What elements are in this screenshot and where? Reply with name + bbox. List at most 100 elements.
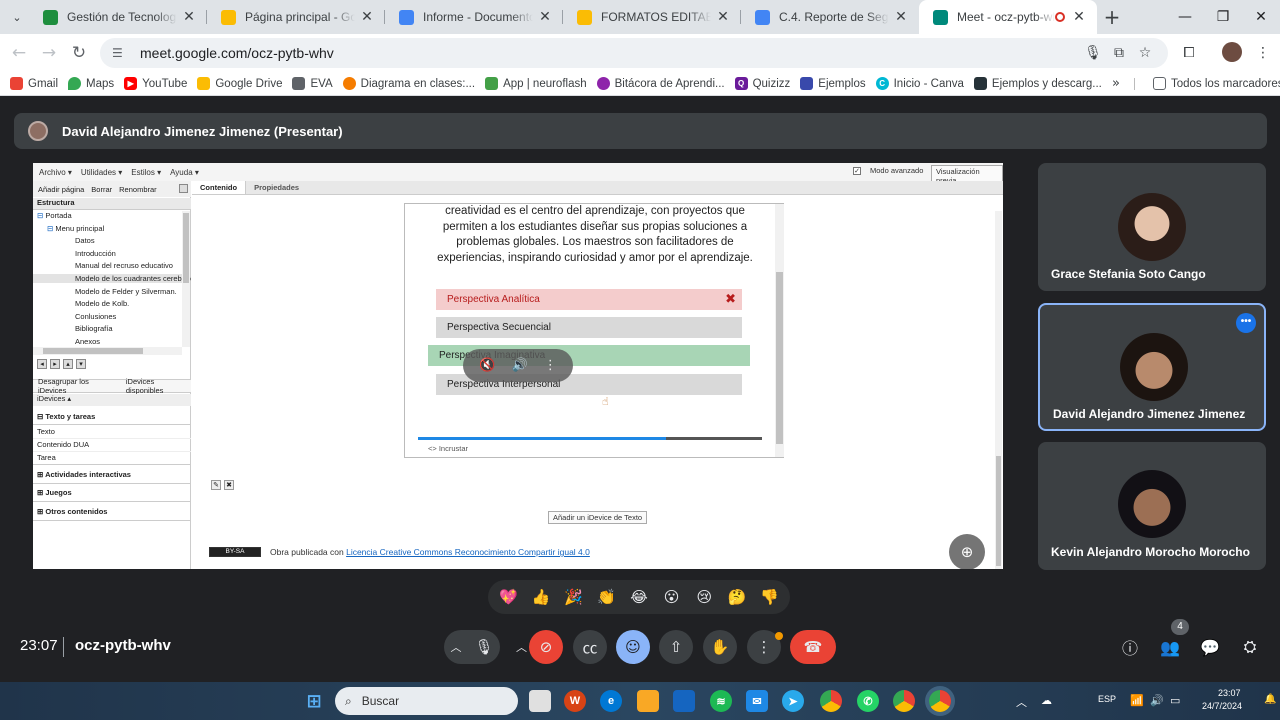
group-interactive[interactable]: ⊞ Actividades interactivas [33, 470, 191, 484]
browser-tab[interactable]: C.4. Reporte de Seguimiento ✕ [741, 0, 919, 34]
taskbar-time[interactable]: 23:07 [1218, 688, 1241, 698]
option-wrong[interactable]: Perspectiva Analítica ✖ [436, 289, 742, 310]
telegram-icon[interactable]: ➤ [782, 690, 804, 712]
tab-available-idevices[interactable]: iDevices disponibles [126, 377, 191, 395]
new-tab-button[interactable]: + [1097, 5, 1127, 29]
minimize-icon[interactable]: — [1166, 0, 1204, 34]
notifications-icon[interactable]: 🔔 [1264, 694, 1276, 705]
menu-ayuda[interactable]: Ayuda ▾ [170, 168, 199, 177]
tree-scroll-thumb[interactable] [183, 213, 189, 283]
advanced-mode-toggle[interactable]: ✓ Modo avanzado [853, 166, 932, 175]
onedrive-icon[interactable]: ☁ [1041, 694, 1052, 707]
task-view-icon[interactable] [529, 690, 551, 712]
office-icon[interactable]: W [564, 690, 586, 712]
group-text-tasks[interactable]: ⊟ Texto y tareas [33, 412, 191, 425]
tab-ungroup-idevices[interactable]: Desagrupar los iDevices [38, 377, 116, 395]
heart-reaction-icon[interactable]: 💖 [495, 584, 521, 610]
bookmark-item[interactable]: C Inicio - Canva [875, 77, 964, 90]
close-tab-icon[interactable]: ✕ [181, 9, 197, 25]
tab-contenido[interactable]: Contenido [192, 181, 247, 194]
chrome-profile-icon[interactable] [893, 690, 915, 712]
camera-control[interactable]: ︿ ⊘ [510, 630, 564, 664]
chevron-up-icon[interactable]: ︿ [450, 639, 461, 655]
surprised-reaction-icon[interactable]: 😮 [659, 584, 685, 610]
content-scroll-thumb[interactable] [996, 456, 1001, 566]
present-screen-icon[interactable]: ⇧ [659, 630, 693, 664]
language-indicator[interactable]: ESP [1098, 694, 1116, 704]
party-reaction-icon[interactable]: 🎉 [561, 584, 587, 610]
participant-tile[interactable]: Grace Stefania Soto Cango [1038, 163, 1266, 291]
delete-page-button[interactable]: Borrar [91, 185, 112, 194]
tab-search-icon[interactable]: ⌄ [5, 5, 29, 29]
idevice-item[interactable]: Contenido DUA [33, 440, 191, 452]
tree-hscroll-thumb[interactable] [43, 348, 143, 354]
close-tab-icon[interactable]: ✕ [715, 9, 731, 25]
menu-estilos[interactable]: Estilos ▾ [131, 168, 161, 177]
collapse-icon[interactable] [179, 184, 188, 193]
tree-node[interactable]: Modelo de los cuadrantes cerebrales de..… [33, 274, 191, 283]
close-tab-icon[interactable]: ✕ [537, 9, 553, 25]
close-tab-icon[interactable]: ✕ [359, 9, 375, 25]
browser-tab[interactable]: Página principal - Google Drive ✕ [207, 0, 385, 34]
bookmark-item[interactable]: Google Drive [197, 77, 282, 90]
thumbs-down-reaction-icon[interactable]: 👎 [757, 584, 783, 610]
chat-icon[interactable]: 💬 [1197, 634, 1223, 660]
bookmark-item[interactable]: Ejemplos y descarg... [973, 77, 1102, 90]
taskbar-date[interactable]: 24/7/2024 [1202, 701, 1242, 711]
more-bookmarks-icon[interactable]: » [1112, 76, 1120, 91]
license-link[interactable]: Licencia Creative Commons Reconocimiento… [346, 547, 590, 557]
tree-node[interactable]: Manual del recruso educativo [75, 261, 173, 270]
tree-node[interactable]: Anexos [75, 337, 100, 346]
more-options-icon[interactable]: ⋮ [544, 358, 557, 373]
option[interactable]: Perspectiva Secuencial [436, 317, 742, 338]
edit-icon[interactable]: ✎ [211, 480, 221, 490]
spotify-icon[interactable]: ≋ [710, 690, 732, 712]
taskbar-search[interactable]: ⌕ Buscar [335, 687, 518, 715]
site-settings-icon[interactable]: ☰ [112, 46, 128, 60]
browser-tab[interactable]: FORMATOS EDITABLES - Google Drive ✕ [563, 0, 741, 34]
open-in-app-icon[interactable]: ⧉ [1106, 38, 1132, 68]
move-left-icon[interactable]: ◂ [37, 359, 47, 369]
bookmark-item[interactable]: App | neuroflash [485, 77, 587, 90]
tree-node[interactable]: Bibliografía [75, 324, 113, 333]
idevice-item[interactable]: Texto [33, 427, 191, 439]
browser-tab[interactable]: Informe - Documentos de Google ✕ [385, 0, 563, 34]
laugh-reaction-icon[interactable]: 😂 [626, 584, 652, 610]
clap-reaction-icon[interactable]: 👏 [593, 584, 619, 610]
bookmark-item[interactable]: ▶ YouTube [124, 77, 187, 90]
meeting-details-icon[interactable]: ⓘ [1117, 634, 1143, 660]
participant-tile[interactable]: Kevin Alejandro Morocho Morocho [1038, 442, 1266, 570]
bookmark-item[interactable]: Diagrama en clases:... [342, 77, 475, 90]
bookmark-item[interactable]: Bitácora de Aprendi... [596, 77, 725, 90]
microphone-icon[interactable]: 🎙 [474, 638, 493, 656]
browser-tab[interactable]: Gestión de Tecnología Edu ✕ [29, 0, 207, 34]
group-games[interactable]: ⊞ Juegos [33, 488, 191, 502]
zoom-icon[interactable]: ⊕ [949, 534, 985, 569]
move-down-icon[interactable]: ▾ [76, 359, 86, 369]
microphone-control[interactable]: ︿ 🎙 [444, 630, 500, 664]
profile-avatar[interactable] [1222, 42, 1242, 62]
participant-tile-speaking[interactable]: ••• David Alejandro Jimenez Jimenez [1038, 303, 1266, 431]
more-options-icon[interactable]: ••• [1236, 313, 1256, 333]
wifi-icon[interactable]: 📶 [1130, 694, 1144, 707]
back-icon[interactable]: ← [4, 43, 34, 63]
menu-archivo[interactable]: Archivo ▾ [39, 168, 72, 177]
tree-expand-icon[interactable]: ⊟ [37, 211, 45, 220]
battery-icon[interactable]: ▭ [1170, 694, 1180, 707]
store-icon[interactable] [673, 690, 695, 712]
captions-icon[interactable]: ㏄ [573, 630, 607, 664]
forward-icon[interactable]: → [34, 43, 64, 63]
tree-hscrollbar[interactable] [33, 347, 182, 355]
bookmark-star-icon[interactable]: ☆ [1132, 38, 1158, 68]
maximize-icon[interactable]: ❐ [1204, 0, 1242, 34]
tree-node[interactable]: ⊟ Menu principal [47, 224, 104, 233]
tray-chevron-icon[interactable]: ︿ [1016, 694, 1027, 710]
raise-hand-icon[interactable]: ✋ [703, 630, 737, 664]
tree-node[interactable]: Datos [75, 236, 95, 245]
mail-icon[interactable]: ✉ [746, 690, 768, 712]
reload-icon[interactable]: ↻ [64, 43, 94, 63]
chrome-menu-icon[interactable]: ⋮ [1250, 38, 1276, 68]
close-tab-icon[interactable]: ✕ [893, 9, 909, 25]
emoji-icon[interactable]: ☺ [616, 630, 650, 664]
windows-start-icon[interactable]: ⊞ [303, 690, 325, 712]
